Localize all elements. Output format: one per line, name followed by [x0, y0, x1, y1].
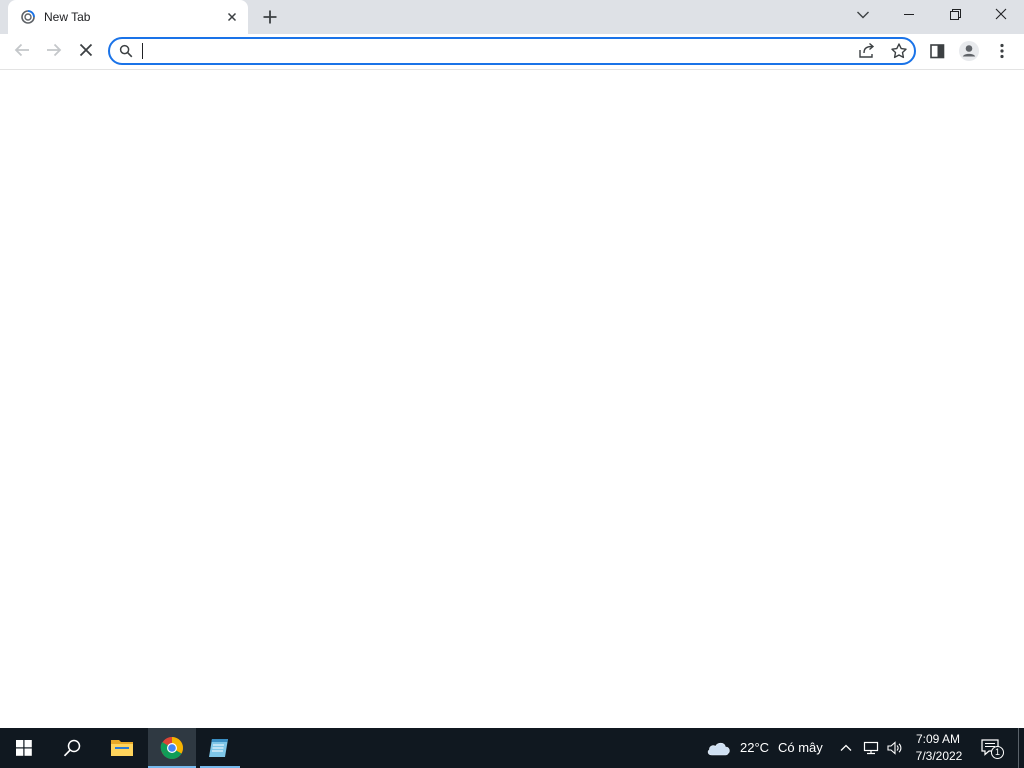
weather-description[interactable]: Có mây	[778, 740, 823, 755]
minimize-icon	[904, 14, 914, 15]
star-icon[interactable]	[888, 41, 910, 61]
text-caret	[142, 43, 143, 59]
search-icon	[119, 44, 133, 58]
cloud-icon[interactable]	[706, 739, 732, 757]
close-button[interactable]	[978, 0, 1024, 30]
taskbar-file-explorer[interactable]	[98, 728, 146, 768]
loading-spinner-icon	[20, 9, 36, 25]
arrow-left-icon	[14, 43, 29, 57]
windows-logo-icon	[16, 740, 32, 756]
back-button[interactable]	[8, 36, 36, 64]
chrome-icon	[160, 737, 183, 759]
show-desktop-button[interactable]	[1018, 728, 1024, 768]
weather-temperature[interactable]: 22°C	[740, 740, 769, 755]
clock-date[interactable]: 7/3/2022	[910, 749, 968, 763]
profile-icon[interactable]	[956, 38, 982, 64]
notification-count-badge: 1	[991, 746, 1004, 759]
notepad-icon	[209, 739, 228, 757]
toolbar	[0, 34, 1024, 70]
forward-button[interactable]	[40, 36, 68, 64]
stop-loading-button[interactable]	[72, 36, 100, 64]
taskbar: 22°C Có mây 7:09 AM 7/3/2022 1	[0, 728, 1024, 768]
screen: New Tab 22°C Có mây 7:09 AM 7/3/2022 1	[0, 0, 1024, 768]
close-icon	[79, 43, 93, 57]
taskbar-chrome[interactable]	[148, 728, 196, 768]
side-panel-icon[interactable]	[924, 38, 950, 64]
network-icon[interactable]	[862, 740, 880, 756]
page-content[interactable]	[0, 70, 1024, 728]
restore-button[interactable]	[932, 0, 978, 30]
arrow-right-icon	[47, 43, 62, 57]
share-icon[interactable]	[856, 41, 878, 61]
notification-button[interactable]: 1	[978, 736, 1006, 760]
address-input[interactable]	[142, 40, 842, 62]
close-icon	[995, 8, 1007, 20]
chevron-up-icon[interactable]	[838, 740, 854, 756]
chevron-down-icon[interactable]	[852, 4, 874, 26]
folder-icon	[111, 740, 133, 756]
minimize-button[interactable]	[886, 0, 932, 30]
clock-time[interactable]: 7:09 AM	[910, 732, 966, 746]
new-tab-button[interactable]	[258, 5, 282, 29]
address-bar[interactable]	[108, 37, 916, 65]
tab-strip: New Tab	[0, 0, 1024, 34]
tab-title: New Tab	[44, 10, 91, 24]
volume-icon[interactable]	[886, 740, 904, 756]
kebab-menu-icon[interactable]	[990, 38, 1014, 64]
taskbar-notepad[interactable]	[198, 728, 242, 768]
start-button[interactable]	[0, 728, 48, 768]
tab-new-tab[interactable]: New Tab	[8, 0, 248, 34]
search-icon	[63, 739, 81, 757]
tab-close-icon[interactable]	[224, 9, 240, 25]
taskbar-search-button[interactable]	[48, 728, 96, 768]
restore-icon	[950, 9, 961, 20]
